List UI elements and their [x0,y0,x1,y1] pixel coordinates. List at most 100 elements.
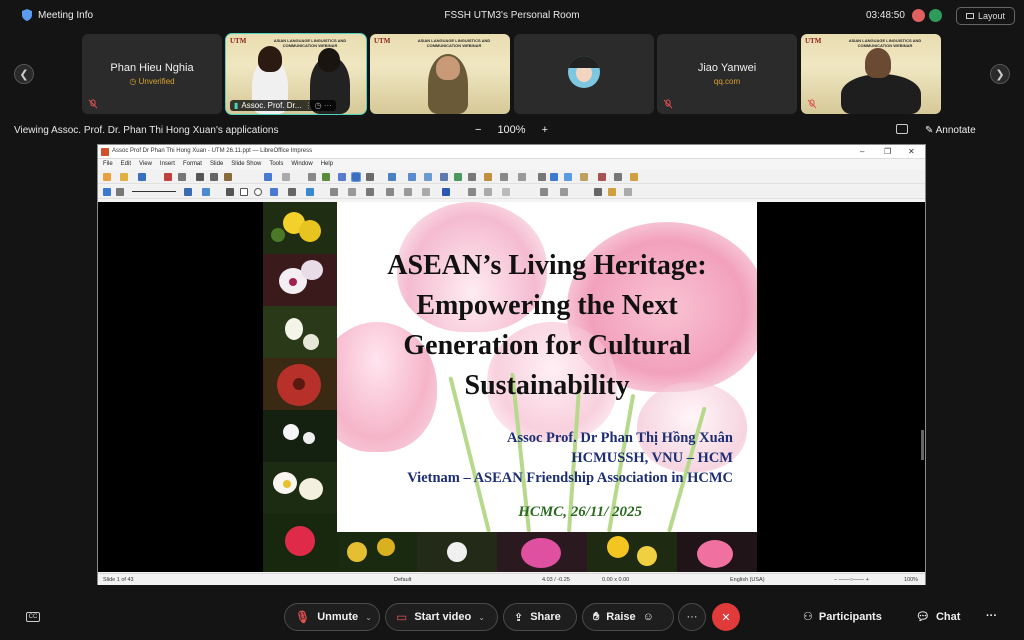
slide-canvas[interactable]: ASEAN’s Living Heritage: Empowering the … [98,202,925,572]
find-icon[interactable] [308,173,316,181]
rectangle-icon[interactable] [240,188,248,196]
menu-tools[interactable]: Tools [269,159,283,170]
scrollbar-handle[interactable] [921,430,924,460]
arrow-icon[interactable] [270,188,278,196]
zoom-in-button[interactable]: + [542,124,548,136]
layout-button[interactable]: Layout [956,7,1015,25]
redo-icon[interactable] [282,173,290,181]
master-slide-icon[interactable] [580,173,588,181]
menu-insert[interactable]: Insert [160,159,175,170]
recording-icon[interactable] [912,9,925,22]
menu-help[interactable]: Help [321,159,333,170]
share-button[interactable]: ⇪ Share [503,603,577,631]
print-icon[interactable] [178,173,186,181]
participant-tile-active[interactable]: UTM ASIAN LANGUAGE LINGUISTICS AND COMMU… [225,33,367,115]
open-icon[interactable] [120,173,128,181]
align-icon[interactable] [484,188,492,196]
image-icon[interactable] [454,173,462,181]
special-char-icon[interactable] [518,173,526,181]
basic-shapes-icon[interactable] [330,188,338,196]
shadow-icon[interactable] [564,173,572,181]
start-video-button[interactable]: ▭ Start video ⌄ [385,603,498,631]
menu-slide-show[interactable]: Slide Show [231,159,261,170]
cut-icon[interactable] [196,173,204,181]
table-icon[interactable] [440,173,448,181]
media-icon[interactable] [468,173,476,181]
menu-view[interactable]: View [139,159,152,170]
annotate-button[interactable]: ✎ Annotate [925,125,976,136]
shadow-toggle-icon[interactable] [624,188,632,196]
fill-color-icon[interactable] [202,188,210,196]
next-participants-button[interactable]: ❯ [990,64,1010,84]
select-icon[interactable] [103,188,111,196]
participant-tile[interactable]: Jiao Yanwei qq.com [657,34,797,114]
menu-file[interactable]: File [103,159,113,170]
line-style-dropdown[interactable] [132,191,176,192]
chart-icon[interactable] [484,173,492,181]
paste-icon[interactable] [224,173,232,181]
overflow-menu-button[interactable]: ··· [986,610,997,622]
toggle-extrusion-icon[interactable] [540,188,548,196]
minimize-icon[interactable]: – [860,147,864,156]
spelling-icon[interactable] [322,173,330,181]
ellipse-icon[interactable] [254,188,262,196]
zoom-icon[interactable] [116,188,124,196]
callout-icon[interactable] [404,188,412,196]
chevron-down-icon[interactable]: ⌄ [365,613,372,622]
chat-button[interactable]: 💬︎ Chat [916,610,960,624]
menu-format[interactable]: Format [183,159,202,170]
maximize-icon[interactable]: ❐ [884,147,891,156]
zoom-percent[interactable]: 100% [904,577,918,583]
participant-tile[interactable] [514,34,654,114]
prev-participants-button[interactable]: ❮ [14,64,34,84]
slide-layout-icon[interactable] [366,173,374,181]
share-options-icon[interactable] [896,124,908,134]
points-icon[interactable] [594,188,602,196]
menu-window[interactable]: Window [291,159,312,170]
undo-icon[interactable] [264,173,272,181]
crop-icon[interactable] [560,188,568,196]
participant-tile[interactable]: Phan Hieu Nghia ◷ Unverified [82,34,222,114]
fontwork-icon[interactable] [538,173,546,181]
hyperlink-icon[interactable] [550,173,558,181]
connector-icon[interactable] [306,188,314,196]
close-icon[interactable]: ✕ [908,147,915,156]
participants-button[interactable]: ⚇ Participants [803,610,882,624]
textbox-icon[interactable] [500,173,508,181]
new-slide-icon[interactable] [408,173,416,181]
3d-objects-icon[interactable] [442,188,450,196]
line-tool-icon[interactable] [226,188,234,196]
flowchart-icon[interactable] [386,188,394,196]
slideshow-icon[interactable] [388,173,396,181]
line-color-icon[interactable] [184,188,192,196]
view-normal-icon[interactable] [338,173,346,181]
participant-tile[interactable]: UTM ASIAN LANGUAGE LINGUISTICS AND COMMU… [370,34,510,114]
glue-points-icon[interactable] [608,188,616,196]
duplicate-slide-icon[interactable] [424,173,432,181]
more-button[interactable]: ··· [678,603,706,631]
view-outline-icon[interactable] [351,172,361,182]
new-icon[interactable] [103,173,111,181]
rotate-icon[interactable] [468,188,476,196]
stars-icon[interactable] [422,188,430,196]
participant-tile[interactable]: UTM ASIAN LANGUAGE LINGUISTICS AND COMMU… [801,34,941,114]
captions-button[interactable]: CC [26,612,40,622]
menu-edit[interactable]: Edit [121,159,131,170]
block-arrows-icon[interactable] [366,188,374,196]
copy-icon[interactable] [210,173,218,181]
symbol-shapes-icon[interactable] [348,188,356,196]
export-pdf-icon[interactable] [164,173,172,181]
zoom-out-button[interactable]: − [475,124,481,136]
menu-slide[interactable]: Slide [210,159,223,170]
unmute-button[interactable]: 🎙︎ Unmute ⌄ [284,603,380,631]
chevron-down-icon[interactable]: ⌄ [478,613,485,622]
curve-icon[interactable] [288,188,296,196]
save-icon[interactable] [138,173,146,181]
encryption-icon[interactable] [929,9,942,22]
show-draw-icon[interactable] [598,173,606,181]
end-meeting-button[interactable]: ✕ [712,603,740,631]
reactions-icon[interactable]: ☺ [643,611,654,623]
sidebar-icon[interactable] [630,173,638,181]
arrange-icon[interactable] [502,188,510,196]
language-status[interactable]: English (USA) [730,577,765,583]
